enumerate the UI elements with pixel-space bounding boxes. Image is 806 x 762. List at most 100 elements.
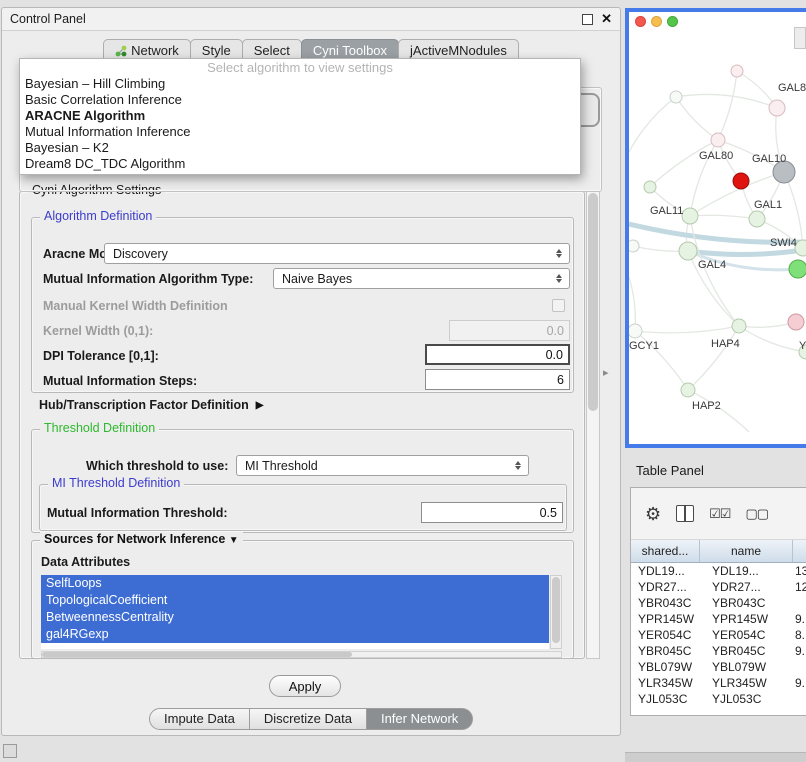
algorithm-option[interactable]: Mutual Information Inference [20,124,580,140]
network-node-gal8[interactable] [769,100,785,116]
network-node-gal1[interactable] [749,211,765,227]
network-node-gal80[interactable] [711,133,725,147]
docked-panel-icon[interactable] [3,744,17,758]
node-label: Y [799,340,806,352]
tab-label: Select [254,43,290,58]
attribute-item[interactable]: SelfLoops [41,575,549,592]
table-cell: YLR345W [631,675,700,691]
network-view-window: GAL8GAL80GAL10GAL11GAL1SWI4GAL4HAP4GCY1H… [625,8,806,448]
network-node-hap2[interactable] [681,383,695,397]
network-node[interactable] [731,65,743,77]
screen: Control Panel ✕ NetworkStyleSelectCyni T… [0,0,806,762]
mi-algorithm-type-select[interactable]: Naive Bayes [273,268,570,289]
tab-label: jActiveMNodules [410,43,507,58]
node-label: GAL1 [754,199,782,211]
table-cell: YBR045C [700,643,793,659]
manual-kernel-checkbox[interactable] [552,299,565,312]
mi-threshold-title: MI Threshold Definition [48,476,184,490]
network-node[interactable] [629,240,639,252]
threshold-definition-group: Threshold Definition Which threshold to … [31,429,574,533]
mi-threshold-field[interactable] [421,502,563,523]
apply-button[interactable]: Apply [269,675,341,697]
minimize-window-icon[interactable] [651,16,662,27]
attributes-vscrollbar[interactable] [550,575,562,649]
network-node[interactable] [788,314,804,330]
float-window-icon[interactable] [582,14,593,25]
table-cell: YDR27... [631,579,700,595]
kernel-width-field[interactable] [449,320,570,341]
algorithm-option[interactable]: Bayesian – Hill Climbing [20,76,580,92]
table-cell [793,659,806,675]
data-attributes-list[interactable]: SelfLoopsTopologicalCoefficientBetweenne… [41,575,549,649]
mi-algorithm-type-value: Naive Bayes [274,272,552,286]
table-cell: 9. [793,675,806,691]
algorithm-option[interactable]: Dream8 DC_TDC Algorithm [20,156,580,172]
which-threshold-label: Which threshold to use: [86,456,228,476]
select-all-icon[interactable]: ☑☑ [709,507,730,520]
settings-scrollbar[interactable] [586,191,600,659]
table-cell: YPR145W [700,611,793,627]
mi-steps-field[interactable] [425,369,570,390]
column-header-shared[interactable]: shared... [631,540,700,562]
table-panel-title: Table Panel [636,463,704,478]
table-row[interactable]: YER054CYER054C8. [631,627,806,643]
table-cell: 13 [793,563,806,579]
table-row[interactable]: YJL053CYJL053C [631,691,806,707]
collapse-down-icon: ▼ [229,535,239,546]
sources-group-title[interactable]: Sources for Network Inference ▼ [40,532,243,546]
algorithm-option[interactable]: Bayesian – K2 [20,140,580,156]
gear-icon[interactable]: ⚙ [645,505,661,523]
close-window-icon[interactable] [635,16,646,27]
control-panel-titlebar: Control Panel ✕ [2,8,620,31]
table-cell: YJL053C [631,691,700,707]
table-row[interactable]: YBL079WYBL079W [631,659,806,675]
network-node-gal11[interactable] [682,208,698,224]
attribute-item[interactable]: BetweennessCentrality [41,609,549,626]
network-node[interactable] [670,91,682,103]
network-svg[interactable]: GAL8GAL80GAL10GAL11GAL1SWI4GAL4HAP4GCY1H… [629,12,806,444]
node-label: SWI4 [770,237,797,249]
network-node[interactable] [644,181,656,193]
mi-threshold-group: MI Threshold Definition Mutual Informati… [39,484,567,531]
bottom-tab-discretize-data[interactable]: Discretize Data [250,708,367,730]
aracne-mode-select[interactable]: Discovery [104,243,570,264]
close-icon[interactable]: ✕ [601,13,612,25]
algorithm-option[interactable]: Basic Correlation Inference [20,92,580,108]
attribute-item[interactable]: gal4RGexp [41,626,549,643]
deselect-all-icon[interactable]: ▢▢ [745,507,768,520]
bottom-tab-impute-data[interactable]: Impute Data [149,708,250,730]
hub-section-toggle[interactable]: Hub/Transcription Factor Definition ▶ [39,398,263,412]
network-node-gal4[interactable] [679,242,697,260]
zoom-window-icon[interactable] [667,16,678,27]
attributes-hscrollbar[interactable] [41,651,562,658]
bottom-tab-infer-network[interactable]: Infer Network [367,708,473,730]
network-scrollbar[interactable] [794,27,806,49]
table-row[interactable]: YBR045CYBR045C9. [631,643,806,659]
network-node-gcy1[interactable] [629,324,642,338]
algorithm-dropdown-list: Bayesian – Hill ClimbingBasic Correlatio… [20,76,580,172]
aracne-mode-value: Discovery [105,247,552,261]
network-node[interactable] [789,260,806,278]
network-node[interactable] [733,173,749,189]
table-cell: 9. [793,643,806,659]
columns-icon[interactable] [676,505,694,522]
network-edge [635,326,739,333]
table-cell: YBR045C [631,643,700,659]
splitter-arrow-icon[interactable]: ▸ [603,366,609,379]
dpi-tolerance-field[interactable] [425,344,570,365]
table-row[interactable]: YBR043CYBR043C [631,595,806,611]
table-row[interactable]: YPR145WYPR145W9. [631,611,806,627]
network-edge [739,322,796,327]
table-cell: YJL053C [700,691,793,707]
which-threshold-select[interactable]: MI Threshold [236,455,529,476]
algorithm-option[interactable]: ARACNE Algorithm [20,108,580,124]
mi-threshold-label: Mutual Information Threshold: [47,503,228,523]
table-row[interactable]: YDL19...YDL19...13 [631,563,806,579]
network-node-hap4[interactable] [732,319,746,333]
table-row[interactable]: YDR27...YDR27...12 [631,579,806,595]
attribute-item[interactable]: TopologicalCoefficient [41,592,549,609]
column-header-extra[interactable] [793,540,806,562]
column-header-name[interactable]: name [700,540,793,562]
cyni-settings-group: Cyni Algorithm Settings Algorithm Defini… [19,191,585,659]
table-row[interactable]: YLR345WYLR345W9. [631,675,806,691]
